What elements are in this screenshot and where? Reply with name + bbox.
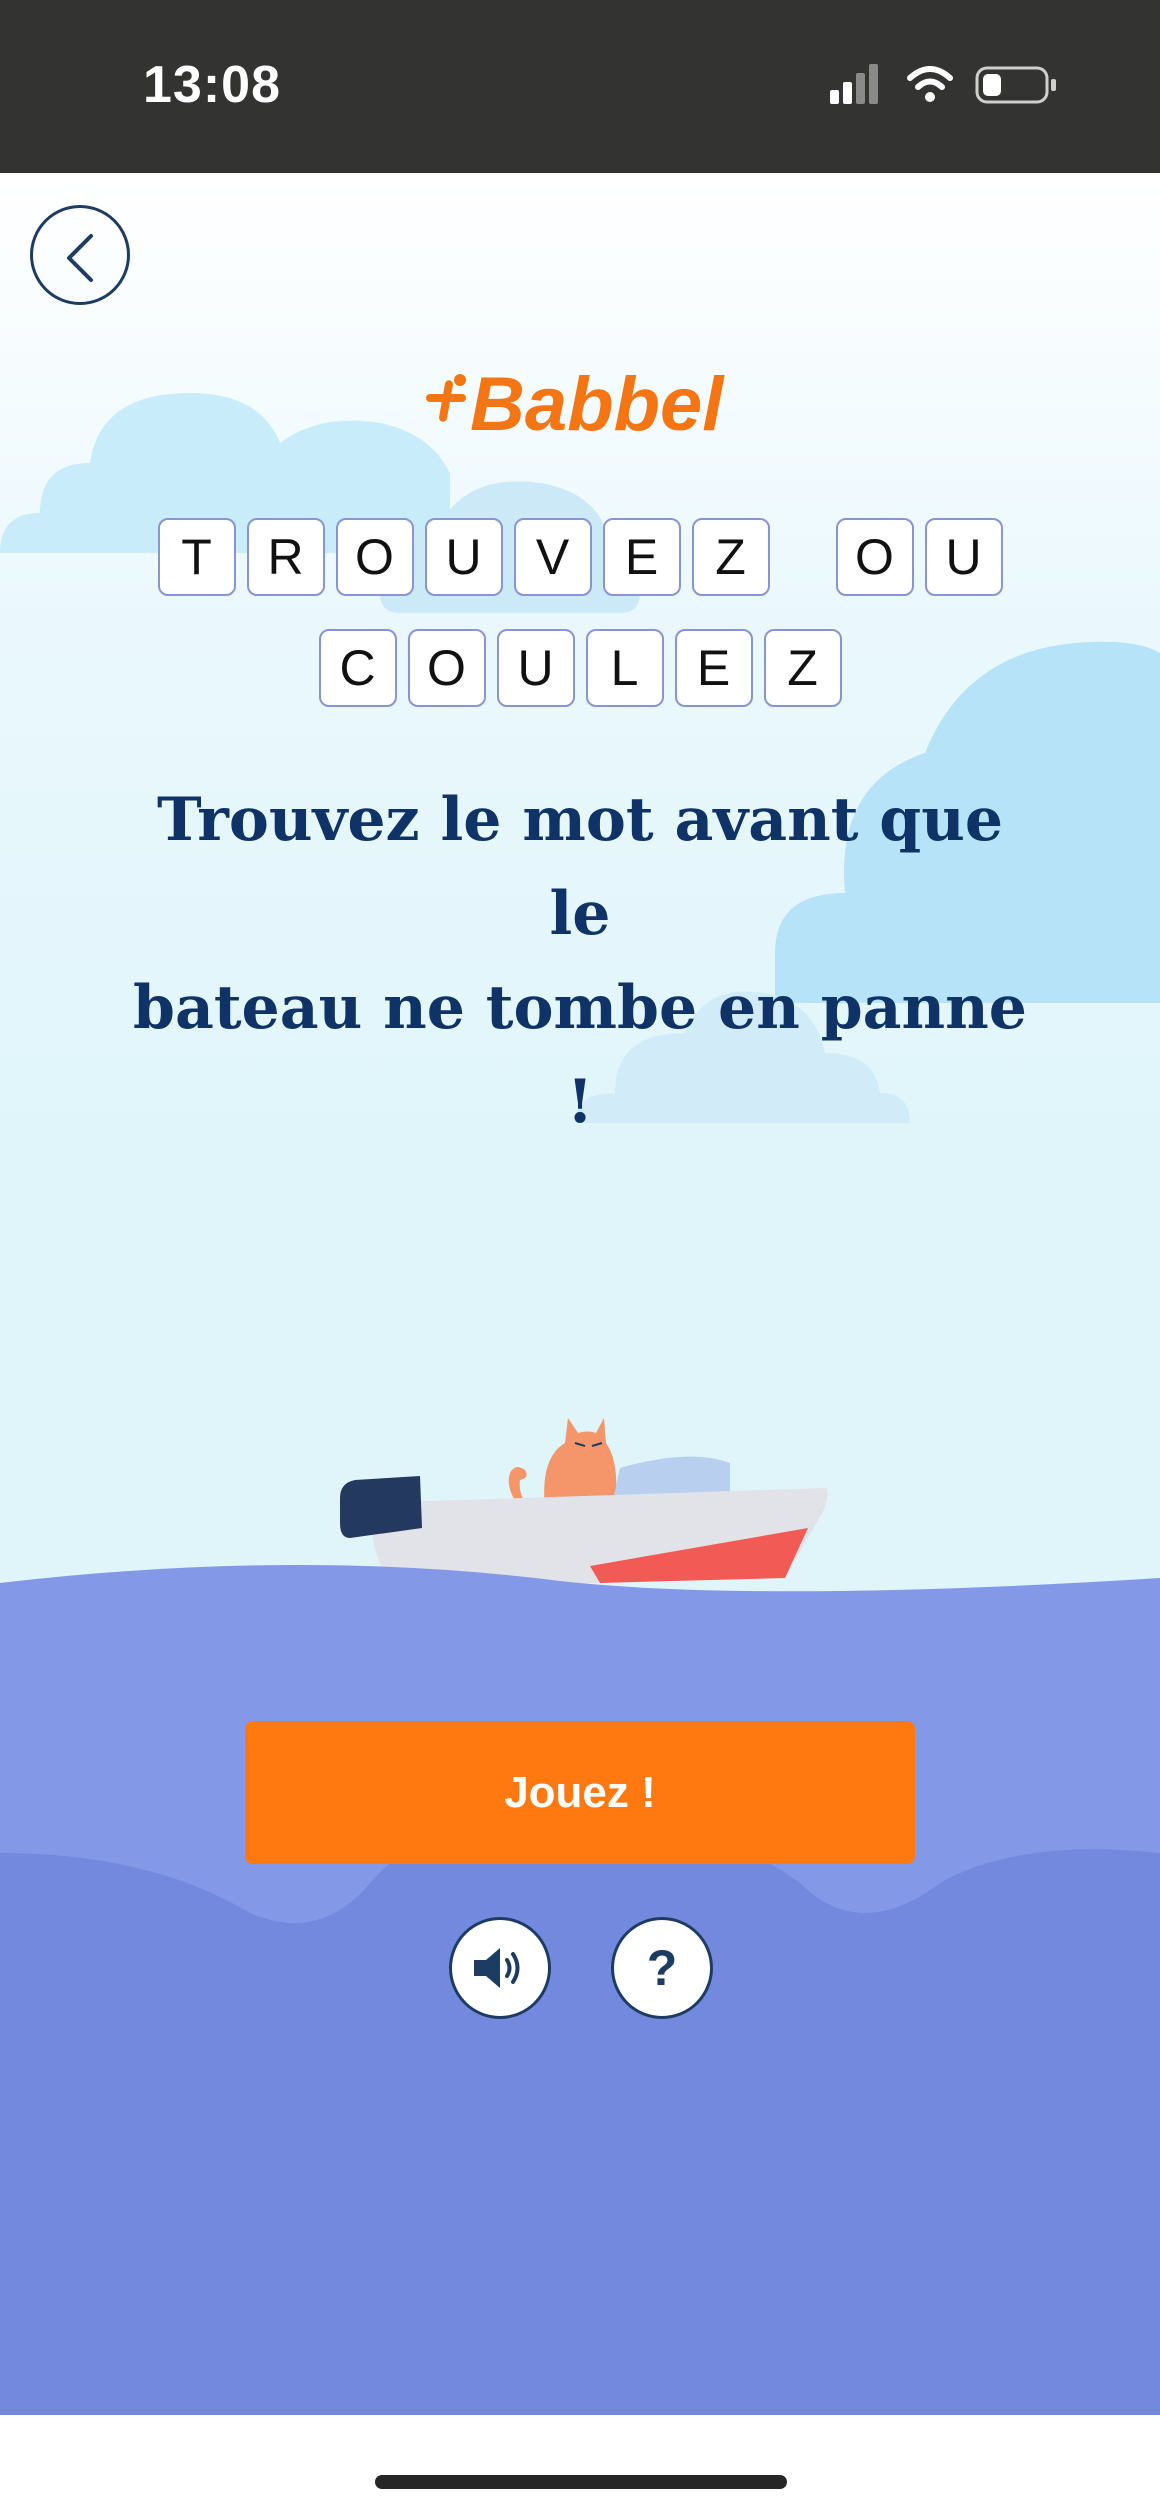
game-intro-screen: Babbel T R O U V E Z O U C O U L E Z Tro… [0,173,1160,2415]
letter-tile: L [585,629,664,707]
signal-icon [830,64,878,104]
letter-tile: Z [691,518,770,596]
title-tiles-row-2: C O U L E Z [0,629,1160,707]
cat-icon [508,1418,617,1508]
game-headline: Trouvez le mot avant que le bateau ne to… [120,773,1040,1149]
letter-tile: C [318,629,397,707]
chevron-left-icon [67,234,93,282]
status-bar: 13:08 [0,0,1160,173]
help-button[interactable]: ? [611,1917,713,2019]
babbel-logo: Babbel [426,362,725,447]
headline-line: ! [566,1067,594,1137]
svg-text:Babbel: Babbel [470,362,725,447]
letter-tile: U [924,518,1003,596]
back-button[interactable] [30,205,130,305]
sound-button[interactable] [449,1917,551,2019]
letter-tile: O [835,518,914,596]
word-gap [781,518,836,596]
motor-icon [340,1476,422,1538]
speaker-icon [474,1948,520,1988]
letter-tile: O [407,629,486,707]
wifi-icon [907,66,953,102]
play-button[interactable]: Jouez ! [245,1721,915,1864]
boat-illustration [340,1418,828,1588]
help-icon: ? [646,1940,678,1996]
bottom-bar [0,2415,1160,2515]
status-icons [830,64,1056,104]
letter-tile: T [157,518,236,596]
letter-tile: O [335,518,414,596]
headline-line: Trouvez le mot avant que le [156,785,1004,949]
letter-tile: U [424,518,503,596]
letter-tile: E [674,629,753,707]
letter-tile: V [513,518,592,596]
letter-tile: E [602,518,681,596]
battery-icon [975,66,1056,104]
title-tiles-row-1: T R O U V E Z O U [0,518,1160,596]
sea-background [0,1564,1160,2415]
letter-tile: U [496,629,575,707]
headline-line: bateau ne tombe en panne [133,973,1027,1043]
status-time: 13:08 [143,56,281,114]
letter-tile: R [246,518,325,596]
babbel-plus-icon [426,374,466,422]
home-indicator[interactable] [375,2475,787,2489]
letter-tile: Z [763,629,842,707]
